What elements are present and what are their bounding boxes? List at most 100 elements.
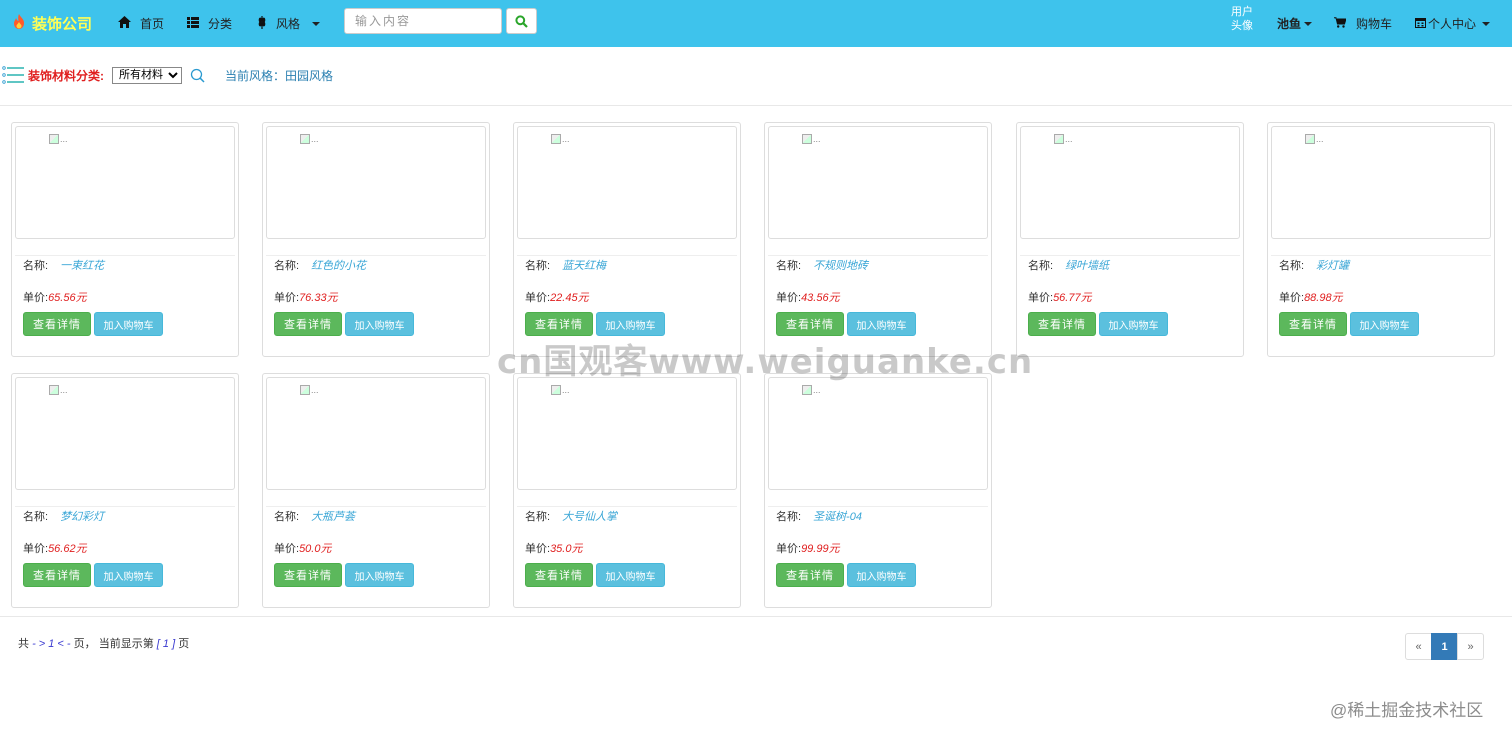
view-details-button[interactable]: 查看详情 <box>525 312 593 336</box>
page-info-prefix: 共 <box>18 638 29 650</box>
view-details-button[interactable]: 查看详情 <box>274 563 342 587</box>
product-name-label: 名称: <box>274 260 300 272</box>
view-details-button[interactable]: 查看详情 <box>274 312 342 336</box>
pagination-prev[interactable]: « <box>1405 633 1432 660</box>
product-image[interactable]: ... <box>15 126 235 239</box>
view-details-button[interactable]: 查看详情 <box>1279 312 1347 336</box>
search-button[interactable] <box>506 8 537 34</box>
product-price-label: 单价: <box>1028 292 1054 304</box>
broken-image-icon: ... <box>1305 132 1327 146</box>
product-image[interactable]: ... <box>768 377 988 490</box>
product-name[interactable]: 蓝天红梅 <box>562 260 606 272</box>
view-details-button[interactable]: 查看详情 <box>776 312 844 336</box>
menu-list-icon[interactable] <box>2 66 24 84</box>
card-divider <box>266 506 486 507</box>
nav-style-label: 风格 <box>276 17 301 31</box>
card-divider <box>15 255 235 256</box>
product-image[interactable]: ... <box>517 377 737 490</box>
user-avatar[interactable]: 用户头像 <box>1231 5 1261 45</box>
product-image[interactable]: ... <box>15 377 235 490</box>
add-to-cart-button[interactable]: 加入购物车 <box>345 563 414 587</box>
product-image[interactable]: ... <box>768 126 988 239</box>
footer-divider <box>0 616 1512 617</box>
product-name[interactable]: 不规则地砖 <box>813 260 868 272</box>
add-to-cart-button[interactable]: 加入购物车 <box>596 312 665 336</box>
add-to-cart-button[interactable]: 加入购物车 <box>94 563 163 587</box>
product-name[interactable]: 大号仙人掌 <box>562 511 617 523</box>
pagination: « 1 » <box>1405 633 1484 660</box>
product-name[interactable]: 绿叶墙纸 <box>1065 260 1109 272</box>
product-card: ... 名称: 蓝天红梅 单价:22.45元 查看详情 加入购物车 <box>513 122 741 357</box>
product-name[interactable]: 红色的小花 <box>311 260 366 272</box>
material-category-select[interactable]: 所有材料 <box>112 66 182 84</box>
product-name-label: 名称: <box>1279 260 1305 272</box>
product-price: 65.56元 <box>48 292 87 304</box>
nav-home[interactable]: 首页 <box>118 15 164 32</box>
pagination-next[interactable]: » <box>1457 633 1484 660</box>
broken-image-icon: ... <box>49 383 71 397</box>
filter-search-icon[interactable] <box>190 68 205 83</box>
add-to-cart-button[interactable]: 加入购物车 <box>345 312 414 336</box>
profile-menu-dropdown[interactable]: 个人中心 <box>1415 15 1491 32</box>
product-name-label: 名称: <box>23 511 49 523</box>
product-price: 35.0元 <box>550 543 583 555</box>
view-details-button[interactable]: 查看详情 <box>23 312 91 336</box>
product-name[interactable]: 圣诞树-04 <box>813 511 862 523</box>
product-price-row: 单价:65.56元 <box>23 289 87 305</box>
brand[interactable]: 装饰公司 <box>12 13 92 34</box>
pagination-page-1[interactable]: 1 <box>1431 633 1458 660</box>
card-divider <box>15 506 235 507</box>
product-name-label: 名称: <box>776 260 802 272</box>
add-to-cart-button[interactable]: 加入购物车 <box>1099 312 1168 336</box>
product-name-row: 名称: 大号仙人掌 <box>525 508 617 524</box>
brand-title: 装饰公司 <box>32 16 93 33</box>
view-details-button[interactable]: 查看详情 <box>776 563 844 587</box>
material-category-label: 装饰材料分类: <box>28 68 104 83</box>
add-to-cart-button[interactable]: 加入购物车 <box>1350 312 1419 336</box>
card-divider <box>768 506 988 507</box>
product-name[interactable]: 彩灯罐 <box>1316 260 1349 272</box>
product-image[interactable]: ... <box>1271 126 1491 239</box>
product-image[interactable]: ... <box>517 126 737 239</box>
nav-style-dropdown[interactable]: 风格 <box>257 15 321 32</box>
total-pages-link[interactable]: - > 1 < - <box>32 638 71 650</box>
product-name-label: 名称: <box>776 511 802 523</box>
add-to-cart-button[interactable]: 加入购物车 <box>847 563 916 587</box>
nav-category[interactable]: 分类 <box>187 15 232 32</box>
card-divider <box>768 255 988 256</box>
search-input[interactable] <box>344 8 502 34</box>
add-to-cart-button[interactable]: 加入购物车 <box>847 312 916 336</box>
product-name-row: 名称: 圣诞树-04 <box>776 508 862 524</box>
product-card: ... 名称: 彩灯罐 单价:88.98元 查看详情 加入购物车 <box>1267 122 1495 357</box>
product-card: ... 名称: 圣诞树-04 单价:99.99元查看详情 加入购物车 <box>764 373 992 608</box>
page-info-suffix: 页 <box>178 638 190 650</box>
product-price-row: 单价:56.77元 <box>1028 289 1092 305</box>
shopping-cart-icon <box>1334 16 1347 31</box>
product-image[interactable]: ... <box>1020 126 1240 239</box>
broken-image-icon: ... <box>300 383 322 397</box>
card-divider <box>1271 255 1491 256</box>
product-price-row: 单价:99.99元 <box>776 540 840 556</box>
product-name-row: 名称: 蓝天红梅 <box>525 257 606 273</box>
view-details-button[interactable]: 查看详情 <box>23 563 91 587</box>
user-menu-dropdown[interactable]: 池鱼 <box>1277 15 1313 32</box>
product-name[interactable]: 大瓶芦荟 <box>311 511 355 523</box>
product-name[interactable]: 梦幻彩灯 <box>60 511 104 523</box>
current-page-link[interactable]: [ 1 ] <box>157 638 175 650</box>
add-to-cart-button[interactable]: 加入购物车 <box>596 563 665 587</box>
view-details-button[interactable]: 查看详情 <box>1028 312 1096 336</box>
product-name[interactable]: 一束红花 <box>60 260 104 272</box>
add-to-cart-button[interactable]: 加入购物车 <box>94 312 163 336</box>
product-name-row: 名称: 彩灯罐 <box>1279 257 1349 273</box>
corner-watermark: @稀土掘金技术社区 <box>1330 701 1484 720</box>
product-card: ... 名称: 大号仙人掌 单价:35.0元 查看详情 加入购物车 <box>513 373 741 608</box>
product-name-label: 名称: <box>1028 260 1054 272</box>
card-divider <box>517 506 737 507</box>
view-details-button[interactable]: 查看详情 <box>525 563 593 587</box>
nav-category-label: 分类 <box>208 17 233 31</box>
nav-cart[interactable]: 购物车 <box>1334 15 1392 32</box>
product-image[interactable]: ... <box>266 126 486 239</box>
product-price: 56.77元 <box>1053 292 1092 304</box>
product-image[interactable]: ... <box>266 377 486 490</box>
nav-profile-label: 个人中心 <box>1428 17 1477 31</box>
